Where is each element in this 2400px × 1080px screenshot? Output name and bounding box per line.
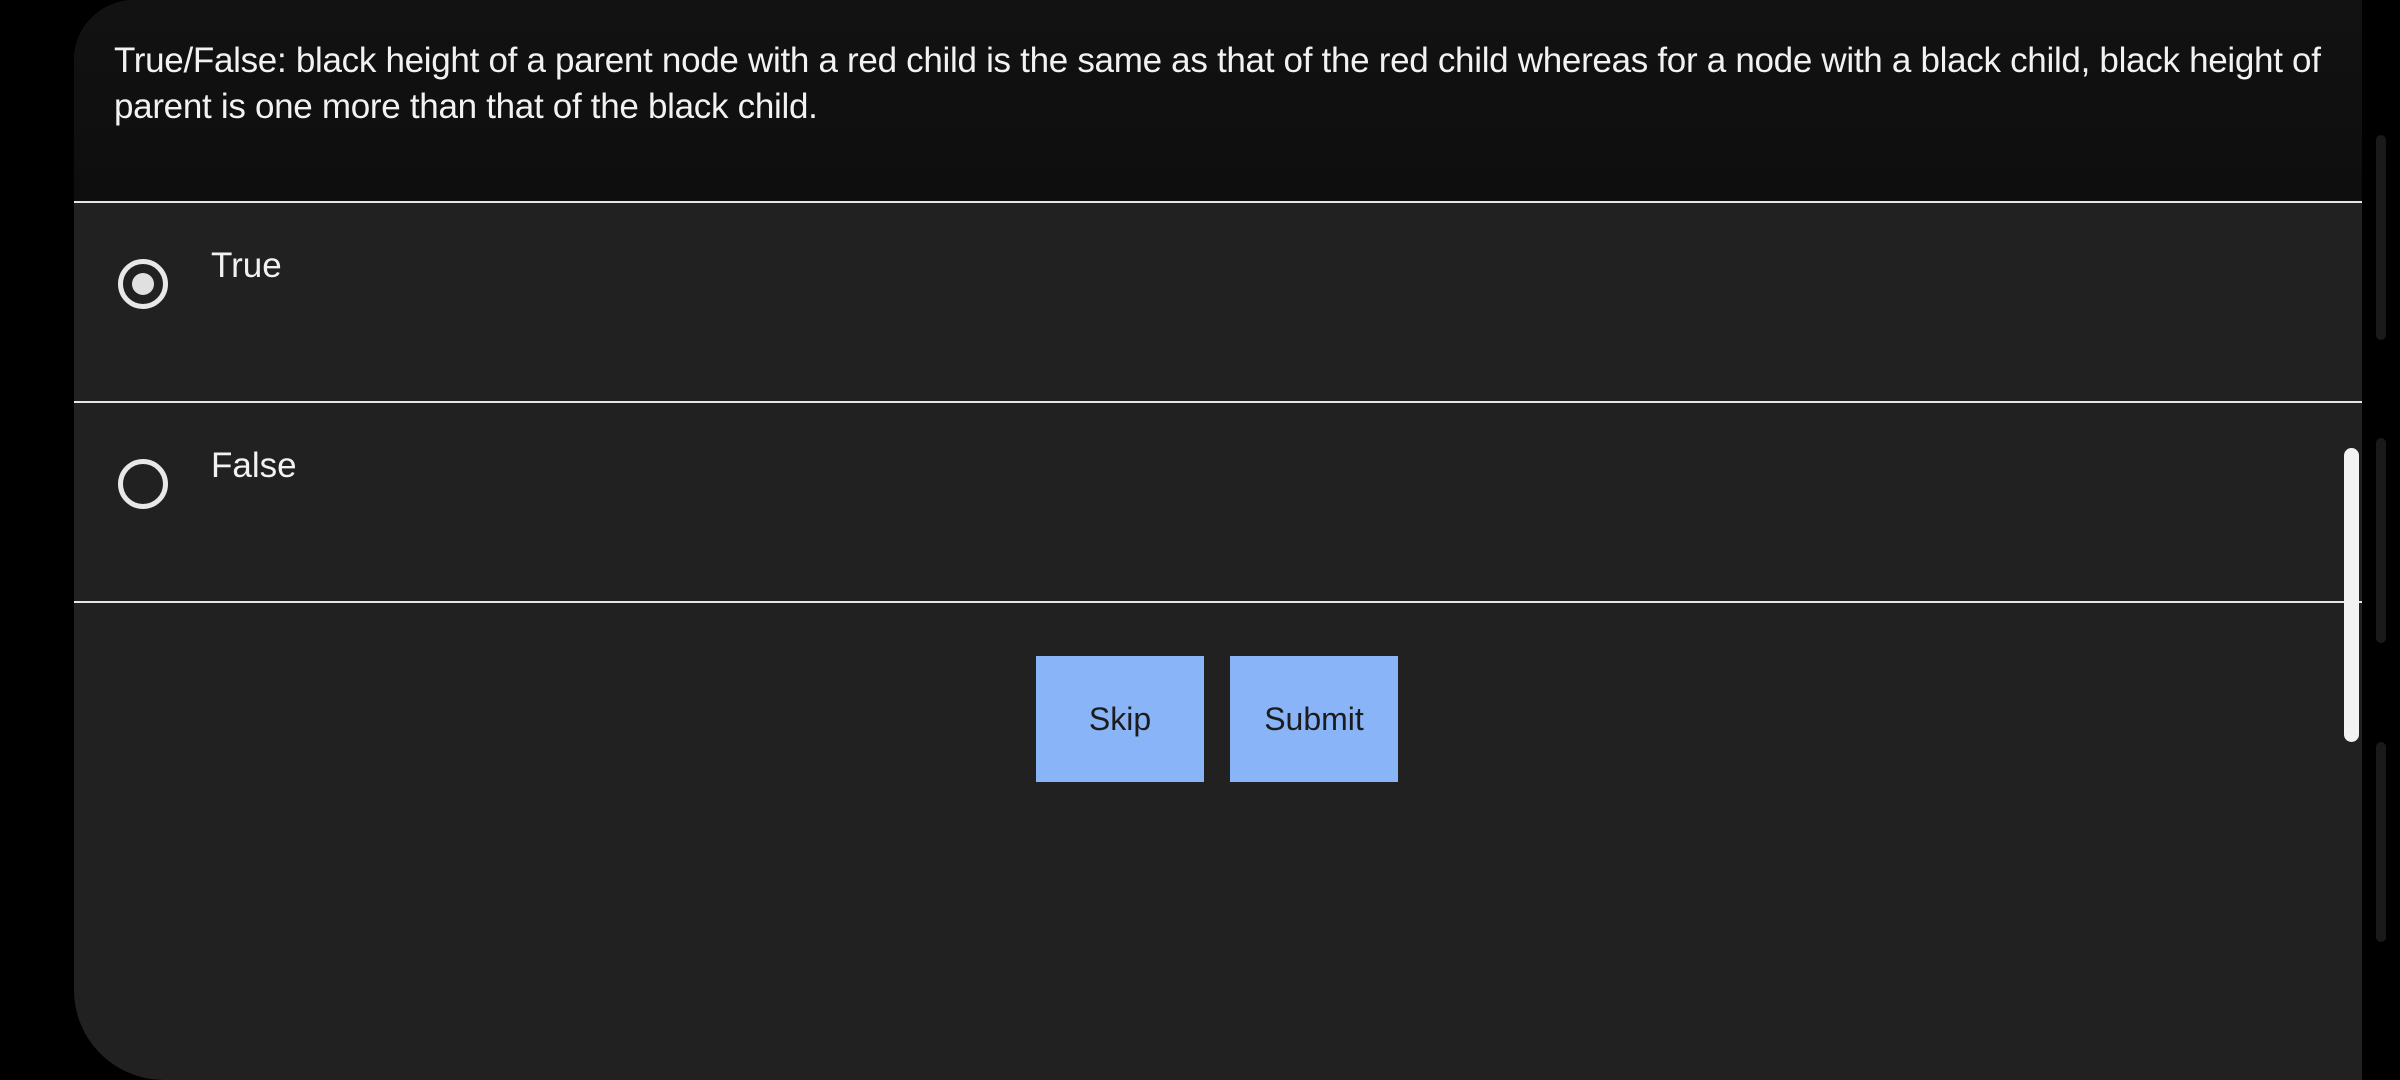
question-text: True/False: black height of a parent nod… xyxy=(114,41,2321,126)
option-false[interactable]: False xyxy=(74,403,2362,603)
radio-checked-icon[interactable] xyxy=(118,259,168,309)
question-block: True/False: black height of a parent nod… xyxy=(74,0,2362,203)
radio-unchecked-icon[interactable] xyxy=(118,459,168,509)
screen: True/False: black height of a parent nod… xyxy=(0,0,2400,1080)
scrollbar-thumb[interactable] xyxy=(2344,448,2359,742)
scrollbar-track-segment[interactable] xyxy=(2376,742,2386,942)
option-label-false: False xyxy=(211,446,297,485)
scrollbar-track-segment[interactable] xyxy=(2376,438,2386,643)
quiz-panel: True/False: black height of a parent nod… xyxy=(74,0,2362,1080)
submit-button[interactable]: Submit xyxy=(1230,656,1398,782)
radio-dot xyxy=(132,273,154,295)
skip-button[interactable]: Skip xyxy=(1036,656,1204,782)
option-label-true: True xyxy=(211,246,282,285)
scrollbar-track-segment[interactable] xyxy=(2376,135,2386,340)
option-true[interactable]: True xyxy=(74,203,2362,403)
